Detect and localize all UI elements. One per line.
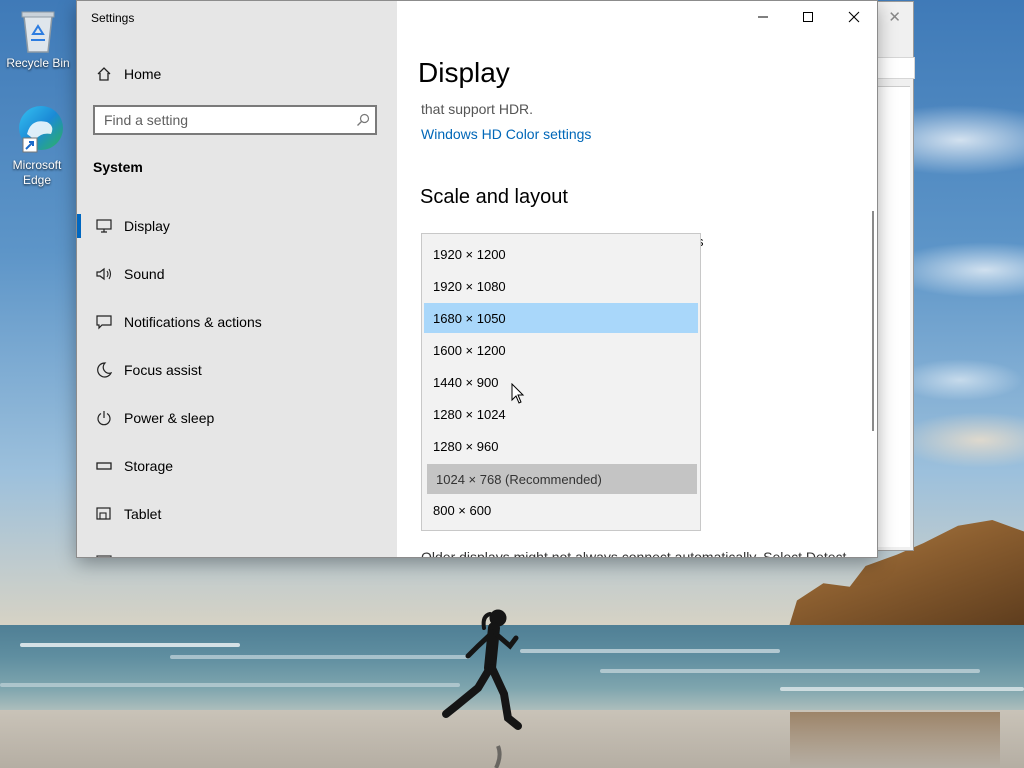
minimize-icon [758, 16, 768, 18]
recycle-bin-label: Recycle Bin [6, 56, 70, 70]
close-button[interactable] [831, 1, 877, 33]
search-icon[interactable] [351, 113, 375, 127]
nav-item-storage[interactable]: Storage [77, 446, 397, 486]
resolution-option-selected[interactable]: 1024 × 768 (Recommended) [427, 464, 697, 494]
nav-item-label: Tablet [124, 506, 162, 522]
nav-item-label: Power & sleep [124, 410, 215, 426]
nav-item-tablet[interactable]: Tablet [77, 494, 397, 534]
nav-item-sound[interactable]: Sound [77, 254, 397, 294]
background-window-content [877, 86, 910, 547]
resolution-option[interactable]: 1920 × 1200 [424, 239, 698, 269]
nav-item-power-sleep[interactable]: Power & sleep [77, 398, 397, 438]
nav-home[interactable]: Home [77, 54, 397, 94]
edge-label: Microsoft Edge [12, 158, 62, 187]
window-title: Settings [91, 11, 135, 25]
wallpaper-runner [442, 609, 522, 768]
resolution-option[interactable]: 1280 × 1024 [424, 399, 698, 429]
hd-color-settings-link[interactable]: Windows HD Color settings [421, 126, 591, 142]
edge-icon [19, 106, 63, 153]
speaker-icon [92, 267, 116, 281]
resolution-option[interactable]: 1600 × 1200 [424, 335, 698, 365]
monitor-icon [92, 219, 116, 233]
nav-group-header: System [93, 159, 143, 175]
scale-layout-heading: Scale and layout [420, 186, 568, 208]
search-input[interactable] [95, 107, 351, 133]
settings-nav-pane: Settings Home System Display Sound [77, 1, 397, 557]
nav-home-label: Home [124, 66, 162, 82]
background-window-field [877, 57, 915, 79]
power-icon [92, 410, 116, 426]
mouse-cursor-icon [511, 383, 525, 404]
maximize-button[interactable] [785, 1, 831, 33]
background-window-close-icon[interactable]: ✕ [888, 8, 901, 26]
maximize-icon [803, 12, 813, 22]
nav-item-notifications[interactable]: Notifications & actions [77, 302, 397, 342]
nav-item-label: Storage [124, 458, 174, 474]
minimize-button[interactable] [740, 1, 786, 33]
nav-item-display[interactable]: Display [77, 206, 397, 246]
close-icon [848, 11, 860, 23]
resolution-option-hovered[interactable]: 1680 × 1050 [424, 303, 698, 333]
moon-icon [92, 362, 116, 378]
nav-item-focus-assist[interactable]: Focus assist [77, 350, 397, 390]
multitasking-icon [92, 554, 116, 557]
settings-content-pane: Display that support HDR. Windows HD Col… [397, 1, 877, 557]
recycle-bin-icon [21, 11, 55, 53]
wallpaper-rock-reflection [790, 712, 1000, 768]
hdr-description: that support HDR. [421, 101, 534, 117]
desktop-icon-recycle-bin[interactable]: Recycle Bin [3, 8, 73, 71]
content-scrollbar[interactable] [872, 211, 874, 431]
page-title: Display [418, 57, 838, 93]
resolution-option[interactable]: 1920 × 1080 [424, 271, 698, 301]
nav-item-label: Notifications & actions [124, 314, 262, 330]
home-icon [92, 66, 116, 82]
nav-item-label: Focus assist [124, 362, 202, 378]
storage-icon [92, 461, 116, 471]
resolution-option[interactable]: 800 × 600 [424, 495, 698, 525]
search-box[interactable] [93, 105, 377, 135]
resolution-dropdown-list[interactable]: 1920 × 1200 1920 × 1080 1680 × 1050 1600… [421, 233, 701, 531]
resolution-option[interactable]: 1280 × 960 [424, 431, 698, 461]
resolution-option[interactable]: 1440 × 900 [424, 367, 698, 397]
detect-description: Older displays might not always connect … [421, 549, 847, 557]
nav-item-label: Display [124, 218, 170, 234]
desktop-icon-edge[interactable]: Microsoft Edge [2, 104, 72, 188]
message-icon [92, 314, 116, 330]
nav-item-partial[interactable] [77, 542, 397, 557]
tablet-icon [92, 506, 116, 522]
nav-item-label: Sound [124, 266, 165, 282]
settings-window[interactable]: Settings Home System Display Sound [77, 1, 877, 557]
